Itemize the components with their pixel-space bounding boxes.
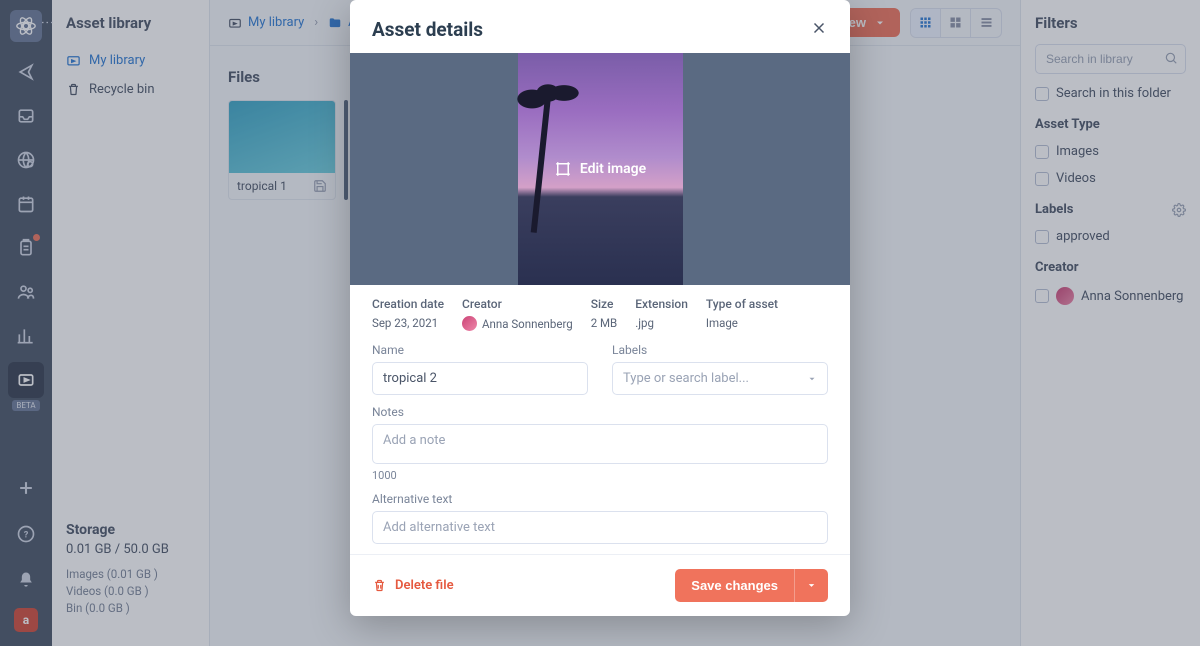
alt-label: Alternative text (372, 492, 828, 506)
labels-select[interactable]: Type or search label... (612, 362, 828, 395)
meta-type-label: Type of asset (706, 297, 778, 311)
edit-image-label: Edit image (580, 161, 646, 177)
notes-label: Notes (372, 405, 828, 419)
meta-ext-label: Extension (635, 297, 688, 311)
asset-meta: Creation date Sep 23, 2021 Creator Anna So… (350, 285, 850, 339)
meta-creator-label: Creator (462, 297, 573, 311)
labels-placeholder: Type or search label... (623, 371, 749, 386)
meta-date-label: Creation date (372, 297, 444, 311)
asset-form: Name Labels Type or search label... Note… (350, 339, 850, 554)
asset-preview: Edit image (350, 53, 850, 285)
modal-overlay: Asset details Edit image Creation date Se… (0, 0, 1200, 646)
edit-image-button[interactable]: Edit image (554, 160, 646, 178)
name-input[interactable] (372, 362, 588, 395)
delete-file-label: Delete file (395, 578, 454, 593)
modal-footer: Delete file Save changes (350, 554, 850, 616)
labels-label: Labels (612, 343, 828, 357)
save-button[interactable]: Save changes (675, 569, 794, 602)
asset-details-modal: Asset details Edit image Creation date Se… (350, 0, 850, 616)
notes-counter: 1000 (372, 469, 828, 482)
notes-input[interactable] (372, 424, 828, 464)
close-icon[interactable] (810, 19, 828, 41)
modal-title: Asset details (372, 18, 483, 41)
name-label: Name (372, 343, 588, 357)
meta-date-value: Sep 23, 2021 (372, 316, 444, 330)
meta-size-value: 2 MB (591, 316, 618, 330)
chevron-down-icon (807, 374, 817, 384)
meta-size-label: Size (591, 297, 618, 311)
meta-type-value: Image (706, 316, 778, 330)
meta-ext-value: .jpg (635, 316, 688, 330)
save-dropdown-button[interactable] (794, 569, 828, 602)
alt-input[interactable] (372, 511, 828, 544)
meta-creator-value: Anna Sonnenberg (462, 316, 573, 331)
delete-file-button[interactable]: Delete file (372, 578, 454, 593)
